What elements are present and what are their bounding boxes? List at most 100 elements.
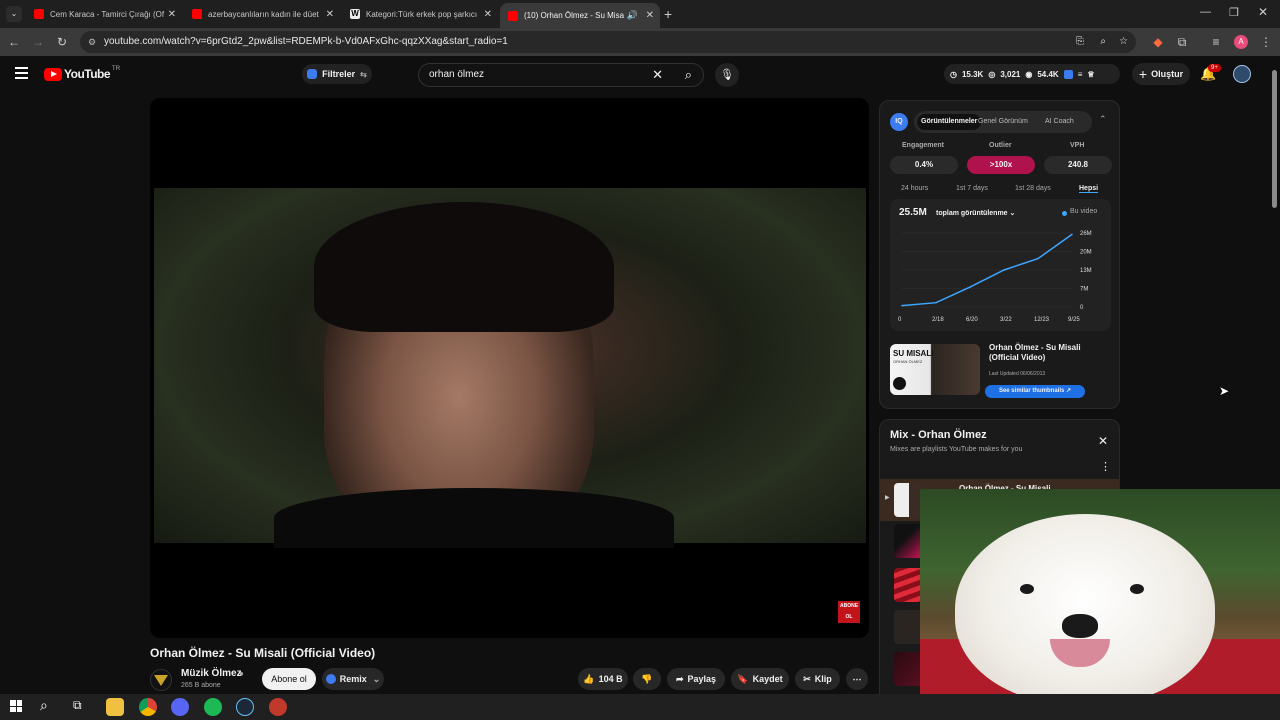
close-mix-icon[interactable]: ✕ — [1098, 434, 1108, 448]
webcam-overlay — [920, 489, 1280, 720]
discord-icon[interactable] — [171, 698, 189, 716]
tab-title: Cem Karaca - Tamirci Çırağı (Of — [50, 9, 165, 19]
steam-icon[interactable] — [236, 698, 254, 716]
spotify-icon[interactable] — [204, 698, 222, 716]
youtube-logo[interactable]: YouTube TR — [44, 66, 120, 81]
minimize-button[interactable]: — — [1200, 6, 1211, 18]
tab-ai-coach[interactable]: AI Coach — [1045, 114, 1074, 130]
metric-engagement: 0.4% — [890, 156, 958, 174]
extensions-puzzle-icon[interactable]: ⧉ — [1174, 34, 1190, 50]
task-view-icon[interactable]: ⧉ — [73, 698, 82, 713]
see-similar-button[interactable]: See similar thumbnails ↗ — [985, 385, 1085, 398]
x-tick-label: 2/18 — [932, 317, 944, 323]
page-scrollbar[interactable] — [1272, 70, 1277, 208]
browser-tab-2[interactable]: azerbaycanlıların kadın ile düet ✕ — [184, 3, 340, 25]
thumbnail-image[interactable]: SU MISALI ORHAN ÖLMEZ — [890, 344, 980, 395]
data-point — [1037, 257, 1039, 260]
media-controls-icon[interactable]: ≡ — [1208, 34, 1224, 50]
vidiq-stats-bar[interactable]: ◷ 15.3K ◎ 3,021 ◉ 54.4K ≡ ♕ — [944, 64, 1120, 84]
bookmark-star-icon[interactable]: ☆ — [1119, 31, 1128, 53]
search-icon[interactable]: ⌕ — [685, 67, 692, 83]
tab-search-dropdown[interactable]: ⌄ — [6, 6, 22, 22]
close-window-button[interactable]: ✕ — [1258, 5, 1268, 19]
collapse-icon[interactable]: ⌃ — [1099, 114, 1107, 125]
clear-search-icon[interactable]: ✕ — [652, 67, 663, 83]
list-icon: ≡ — [1077, 69, 1083, 79]
range-24h[interactable]: 24 hours — [901, 185, 928, 192]
new-tab-button[interactable]: + — [664, 6, 672, 22]
youtube-header: YouTube TR Filtreler ⇆ orhan ölmez ✕ ⌕ 🎙… — [0, 56, 1280, 94]
trophy-icon: ♕ — [1087, 69, 1095, 79]
subscriber-count: 265 B abone — [181, 682, 221, 689]
browser-menu-icon[interactable]: ⋮ — [1258, 34, 1274, 50]
account-avatar[interactable] — [1233, 65, 1251, 83]
x-tick-label: 12/23 — [1034, 317, 1050, 323]
reload-icon[interactable]: ↻ — [54, 34, 70, 50]
tab-overview[interactable]: Genel Görünüm — [978, 114, 1028, 130]
channel-avatar[interactable] — [150, 669, 172, 691]
clip-button[interactable]: ✂ Klip — [795, 668, 840, 690]
back-icon[interactable]: ← — [6, 34, 22, 50]
tab-views[interactable]: Görüntülenmeler — [917, 114, 982, 130]
range-all[interactable]: Hepsi — [1079, 185, 1099, 193]
search-box[interactable]: orhan ölmez ✕ ⌕ — [418, 63, 704, 87]
search-input[interactable]: orhan ölmez — [429, 69, 484, 80]
range-7d[interactable]: 1st 7 days — [956, 185, 988, 192]
subscribe-watermark[interactable]: ABONE OL — [838, 601, 860, 623]
close-tab-icon[interactable]: ✕ — [646, 10, 654, 21]
dog-eye-shape — [1130, 584, 1144, 594]
more-actions-button[interactable]: ⋯ — [846, 668, 868, 690]
video-player[interactable]: ABONE OL — [150, 98, 869, 638]
browser-tab-4[interactable]: (10) Orhan Ölmez - Su Misa 🔊 ✕ — [500, 3, 660, 28]
shirt-shape — [274, 488, 674, 548]
restore-button[interactable]: ❐ — [1229, 6, 1239, 19]
chart-card: 25.5M toplam görüntülenme ⌄ Bu video 0 7M… — [890, 199, 1111, 331]
chrome-icon[interactable] — [139, 698, 157, 716]
remix-button[interactable]: Remix ⌄ — [322, 668, 384, 690]
hamburger-menu-icon[interactable] — [15, 67, 28, 79]
browser-tab-3[interactable]: W Kategori:Türk erkek pop şarkıcı ✕ — [342, 3, 498, 25]
zoom-icon[interactable]: ⌕ — [1100, 31, 1106, 53]
save-button[interactable]: 🔖 Kaydet — [731, 668, 789, 690]
create-button[interactable]: + Oluştur — [1132, 63, 1190, 85]
plus-icon: + — [1138, 66, 1148, 82]
url-field[interactable]: ⚙ youtube.com/watch?v=6prGtd2_2pw&list=R… — [80, 31, 1136, 53]
install-app-icon[interactable]: ⎘ — [1076, 31, 1084, 53]
dog-head-shape — [955, 514, 1215, 704]
browser-tab-1[interactable]: Cem Karaca - Tamirci Çırağı (Of ✕ — [26, 3, 182, 25]
forward-icon[interactable]: → — [30, 34, 46, 50]
close-tab-icon[interactable]: ✕ — [484, 9, 492, 20]
like-button[interactable]: 👍 104 B — [578, 668, 628, 690]
y-tick-label: 13M — [1080, 268, 1092, 274]
search-icon[interactable]: ⌕ — [40, 697, 48, 714]
filters-label: Filtreler — [322, 69, 356, 79]
channel-name[interactable]: Müzik Ölmez — [181, 668, 242, 679]
data-point — [969, 286, 971, 288]
voice-search-button[interactable]: 🎙 — [715, 63, 739, 87]
audio-playing-icon[interactable]: 🔊 — [627, 10, 638, 21]
close-tab-icon[interactable]: ✕ — [326, 9, 334, 20]
file-explorer-icon[interactable] — [106, 698, 124, 716]
now-playing-icon: ▶ — [885, 495, 890, 501]
vidiq-icon — [307, 69, 318, 79]
stat-watch: 54.4K — [1037, 69, 1059, 79]
thumbs-down-icon: 👎 — [641, 673, 653, 684]
profile-avatar[interactable]: A — [1234, 35, 1248, 49]
filters-button[interactable]: Filtreler ⇆ — [302, 64, 372, 84]
subscribe-button[interactable]: Abone ol — [262, 668, 316, 690]
share-button[interactable]: ➦ Paylaş — [667, 668, 725, 690]
windows-start-icon[interactable] — [10, 700, 22, 712]
mix-more-icon[interactable]: ⋮ — [1100, 460, 1111, 473]
logo-text: YouTube — [64, 67, 111, 81]
site-info-icon[interactable]: ⚙ — [88, 31, 96, 53]
thumbnail-title: Orhan Ölmez - Su Misali (Official Video) — [989, 343, 1081, 362]
data-point — [935, 301, 937, 304]
x-tick-label: 9/25 — [1068, 317, 1080, 323]
range-28d[interactable]: 1st 28 days — [1015, 185, 1051, 192]
close-tab-icon[interactable]: ✕ — [168, 9, 176, 20]
vidiq-icon — [325, 674, 336, 684]
dislike-button[interactable]: 👎 — [633, 668, 661, 690]
users-icon: ◎ — [988, 69, 996, 79]
extension-icon[interactable]: ◆ — [1150, 34, 1166, 50]
app-icon[interactable] — [269, 698, 287, 716]
